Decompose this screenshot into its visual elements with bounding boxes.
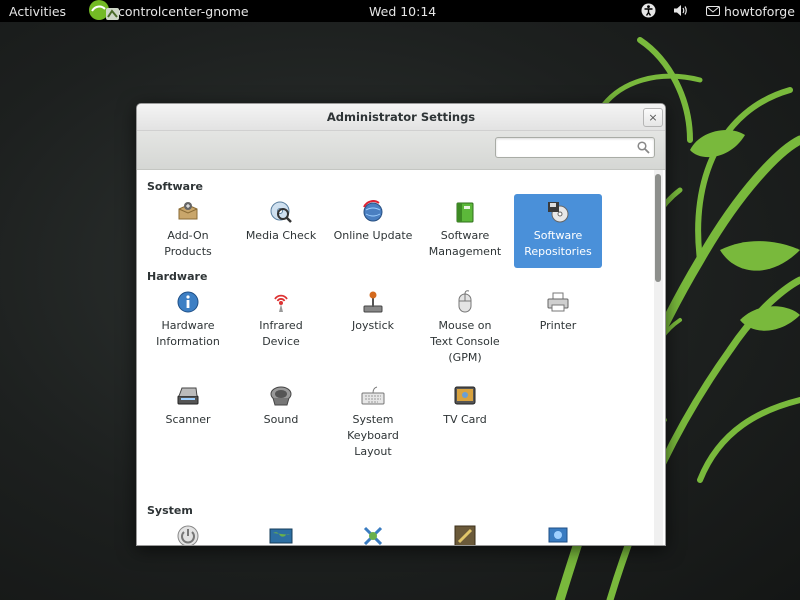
vertical-scrollbar[interactable] <box>654 170 663 545</box>
activities-button[interactable]: Activities <box>9 4 66 19</box>
package-icon <box>178 202 198 220</box>
administrator-settings-window: Administrator Settings × Software Add-On… <box>136 103 666 546</box>
repository-disc-icon <box>548 202 569 223</box>
module-infrared-device[interactable]: Infrared Device <box>237 284 325 358</box>
module-mouse-gpm[interactable]: Mouse on Text Console (GPM) <box>421 284 509 374</box>
flag-icon <box>548 527 568 543</box>
user-name: howtoforge <box>724 3 795 19</box>
module-system-1[interactable] <box>144 518 232 545</box>
yast-app-icon <box>89 0 119 20</box>
user-status-icon <box>706 6 720 16</box>
window-title: Administrator Settings <box>326 110 476 124</box>
module-tv-card[interactable]: TV Card <box>421 378 509 452</box>
modules-list: Software Add-On Products Media Check Onl… <box>137 170 665 545</box>
module-system-4[interactable] <box>421 518 509 545</box>
scrollbar-thumb[interactable] <box>655 174 661 282</box>
app-name: controlcenter-gnome <box>118 3 249 19</box>
module-label: Scanner <box>165 413 211 426</box>
section-title-system: System <box>147 504 193 517</box>
user-menu[interactable]: howtoforge <box>706 0 795 22</box>
title-bar[interactable]: Administrator Settings × <box>137 104 665 131</box>
module-label: Hardware Information <box>156 319 220 348</box>
module-system-5[interactable] <box>514 518 602 545</box>
section-title-hardware: Hardware <box>147 270 208 283</box>
map-icon <box>269 528 293 544</box>
update-globe-icon <box>363 200 383 222</box>
module-software-repositories[interactable]: Software Repositories <box>514 194 602 268</box>
module-sound[interactable]: Sound <box>237 378 325 452</box>
module-label: Media Check <box>245 229 317 242</box>
speaker-icon <box>270 386 292 406</box>
module-system-2[interactable] <box>237 518 325 545</box>
infrared-icon <box>274 294 288 312</box>
config-icon <box>454 525 476 545</box>
module-add-on-products[interactable]: Add-On Products <box>144 194 232 268</box>
search-bar <box>137 131 665 170</box>
module-system-keyboard-layout[interactable]: System Keyboard Layout <box>329 378 417 468</box>
clock[interactable]: Wed 10:14 <box>369 4 436 19</box>
search-input[interactable] <box>495 137 655 158</box>
info-icon <box>177 291 199 313</box>
module-hardware-information[interactable]: Hardware Information <box>144 284 232 358</box>
module-system-3[interactable] <box>329 518 417 545</box>
joystick-icon <box>363 291 383 313</box>
disc-check-icon <box>270 201 292 223</box>
module-label: Software Repositories <box>524 229 592 258</box>
mouse-icon <box>458 290 472 313</box>
module-joystick[interactable]: Joystick <box>329 284 417 358</box>
module-software-management[interactable]: Software Management <box>421 194 509 268</box>
software-box-icon <box>456 202 474 223</box>
app-menu[interactable]: controlcenter-gnome <box>86 0 249 22</box>
top-bar: Activities controlcenter-gnome Wed 10:14… <box>0 0 800 22</box>
module-label: System Keyboard Layout <box>347 413 399 458</box>
close-button[interactable]: × <box>643 108 663 127</box>
module-label: TV Card <box>443 413 487 426</box>
module-label: Mouse on Text Console (GPM) <box>430 319 500 364</box>
module-scanner[interactable]: Scanner <box>144 378 232 452</box>
module-label: Sound <box>263 413 299 426</box>
module-label: Add-On Products <box>164 229 212 258</box>
keyboard-icon <box>361 386 385 405</box>
printer-icon <box>547 292 569 312</box>
module-media-check[interactable]: Media Check <box>237 194 325 268</box>
module-label: Infrared Device <box>259 319 303 348</box>
module-label: Joystick <box>351 319 394 332</box>
scanner-icon <box>177 387 199 405</box>
volume-icon[interactable] <box>673 3 688 18</box>
section-title-software: Software <box>147 180 203 193</box>
tv-icon <box>454 386 476 405</box>
module-online-update[interactable]: Online Update <box>329 194 417 268</box>
module-printer[interactable]: Printer <box>514 284 602 358</box>
accessibility-icon[interactable] <box>641 3 656 18</box>
module-label: Online Update <box>333 229 413 242</box>
power-icon <box>177 525 199 545</box>
tools-icon <box>363 526 383 545</box>
module-label: Software Management <box>428 229 502 258</box>
search-icon <box>637 141 650 154</box>
module-label: Printer <box>539 319 577 332</box>
